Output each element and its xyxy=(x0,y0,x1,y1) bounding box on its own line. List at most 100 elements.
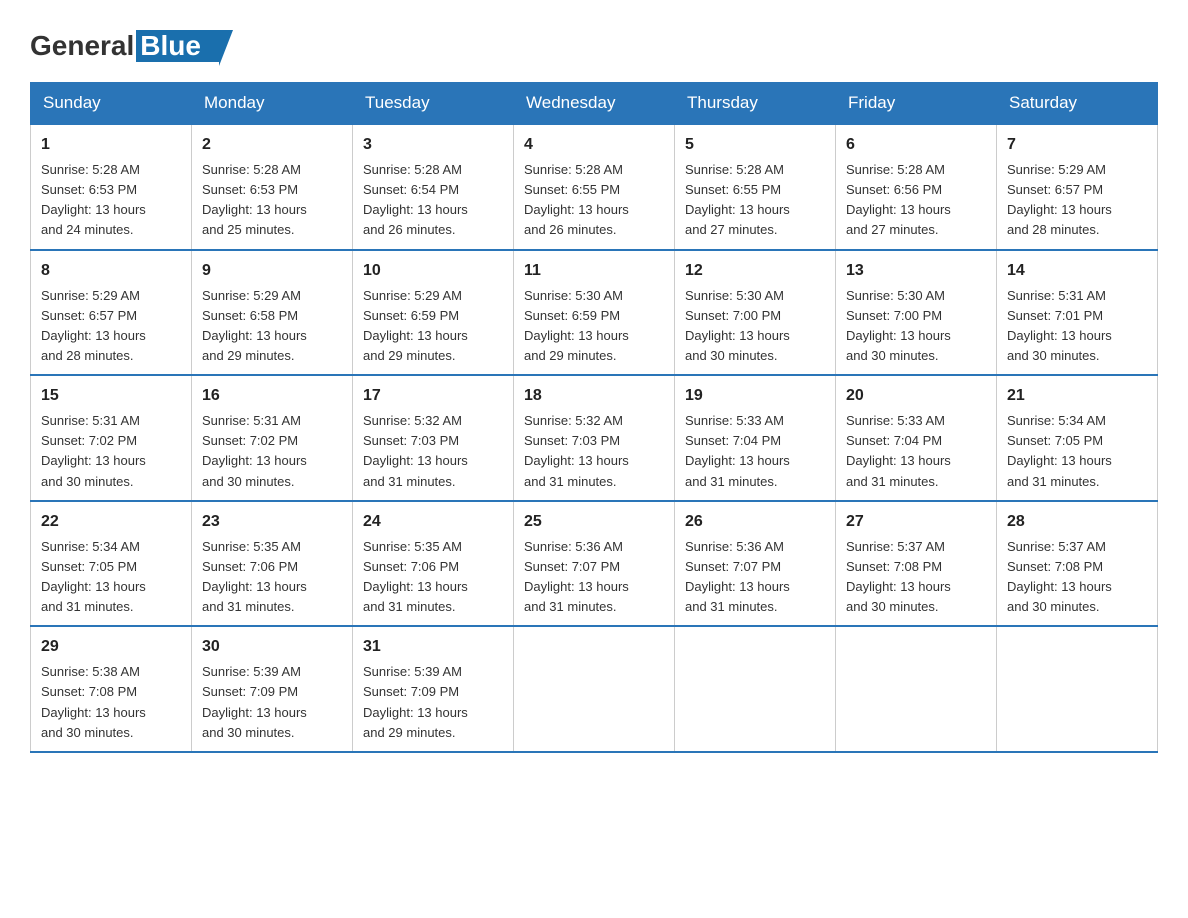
day-number: 8 xyxy=(41,259,181,283)
day-number: 27 xyxy=(846,510,986,534)
day-number: 13 xyxy=(846,259,986,283)
calendar-row-3: 15 Sunrise: 5:31 AMSunset: 7:02 PMDayligh… xyxy=(31,375,1158,501)
calendar-cell: 15 Sunrise: 5:31 AMSunset: 7:02 PMDayligh… xyxy=(31,375,192,501)
day-number: 30 xyxy=(202,635,342,659)
day-info: Sunrise: 5:31 AMSunset: 7:02 PMDaylight:… xyxy=(202,411,342,492)
calendar-header-tuesday: Tuesday xyxy=(353,83,514,125)
day-info: Sunrise: 5:29 AMSunset: 6:58 PMDaylight:… xyxy=(202,286,342,367)
day-number: 5 xyxy=(685,133,825,157)
day-info: Sunrise: 5:30 AMSunset: 7:00 PMDaylight:… xyxy=(685,286,825,367)
logo-blue-text: Blue xyxy=(136,30,219,62)
calendar-header-friday: Friday xyxy=(836,83,997,125)
day-number: 14 xyxy=(1007,259,1147,283)
day-number: 29 xyxy=(41,635,181,659)
day-info: Sunrise: 5:33 AMSunset: 7:04 PMDaylight:… xyxy=(846,411,986,492)
day-info: Sunrise: 5:28 AMSunset: 6:53 PMDaylight:… xyxy=(41,160,181,241)
calendar-cell: 26 Sunrise: 5:36 AMSunset: 7:07 PMDayligh… xyxy=(675,501,836,627)
day-info: Sunrise: 5:38 AMSunset: 7:08 PMDaylight:… xyxy=(41,662,181,743)
logo-general-text: General xyxy=(30,30,134,62)
day-number: 1 xyxy=(41,133,181,157)
day-number: 7 xyxy=(1007,133,1147,157)
day-number: 31 xyxy=(363,635,503,659)
calendar-header-saturday: Saturday xyxy=(997,83,1158,125)
day-number: 19 xyxy=(685,384,825,408)
calendar-cell: 17Sunrise: 5:32 AMSunset: 7:03 PMDayligh… xyxy=(353,375,514,501)
day-number: 11 xyxy=(524,259,664,283)
calendar-cell: 8 Sunrise: 5:29 AMSunset: 6:57 PMDaylight… xyxy=(31,250,192,376)
calendar-cell: 31 Sunrise: 5:39 AMSunset: 7:09 PMDayligh… xyxy=(353,626,514,752)
calendar-cell: 13 Sunrise: 5:30 AMSunset: 7:00 PMDayligh… xyxy=(836,250,997,376)
day-number: 2 xyxy=(202,133,342,157)
calendar-cell: 30 Sunrise: 5:39 AMSunset: 7:09 PMDayligh… xyxy=(192,626,353,752)
day-info: Sunrise: 5:34 AMSunset: 7:05 PMDaylight:… xyxy=(41,537,181,618)
calendar-cell: 4 Sunrise: 5:28 AMSunset: 6:55 PMDaylight… xyxy=(514,124,675,250)
calendar-header-row: SundayMondayTuesdayWednesdayThursdayFrid… xyxy=(31,83,1158,125)
calendar-header-thursday: Thursday xyxy=(675,83,836,125)
calendar-cell: 24Sunrise: 5:35 AMSunset: 7:06 PMDayligh… xyxy=(353,501,514,627)
calendar-cell: 27 Sunrise: 5:37 AMSunset: 7:08 PMDayligh… xyxy=(836,501,997,627)
day-info: Sunrise: 5:28 AMSunset: 6:55 PMDaylight:… xyxy=(524,160,664,241)
calendar-header-monday: Monday xyxy=(192,83,353,125)
day-info: Sunrise: 5:39 AMSunset: 7:09 PMDaylight:… xyxy=(363,662,503,743)
day-info: Sunrise: 5:37 AMSunset: 7:08 PMDaylight:… xyxy=(1007,537,1147,618)
day-number: 18 xyxy=(524,384,664,408)
day-number: 6 xyxy=(846,133,986,157)
calendar-cell xyxy=(836,626,997,752)
day-info: Sunrise: 5:36 AMSunset: 7:07 PMDaylight:… xyxy=(685,537,825,618)
calendar-cell xyxy=(675,626,836,752)
day-number: 9 xyxy=(202,259,342,283)
calendar-cell: 22 Sunrise: 5:34 AMSunset: 7:05 PMDayligh… xyxy=(31,501,192,627)
day-info: Sunrise: 5:32 AMSunset: 7:03 PMDaylight:… xyxy=(363,411,503,492)
day-info: Sunrise: 5:30 AMSunset: 6:59 PMDaylight:… xyxy=(524,286,664,367)
day-number: 25 xyxy=(524,510,664,534)
day-number: 4 xyxy=(524,133,664,157)
calendar-cell: 5 Sunrise: 5:28 AMSunset: 6:55 PMDaylight… xyxy=(675,124,836,250)
logo: General Blue Blue xyxy=(30,20,219,62)
day-info: Sunrise: 5:28 AMSunset: 6:56 PMDaylight:… xyxy=(846,160,986,241)
day-number: 28 xyxy=(1007,510,1147,534)
day-info: Sunrise: 5:33 AMSunset: 7:04 PMDaylight:… xyxy=(685,411,825,492)
day-info: Sunrise: 5:29 AMSunset: 6:59 PMDaylight:… xyxy=(363,286,503,367)
calendar-cell: 23 Sunrise: 5:35 AMSunset: 7:06 PMDayligh… xyxy=(192,501,353,627)
day-number: 12 xyxy=(685,259,825,283)
calendar-cell: 1 Sunrise: 5:28 AMSunset: 6:53 PMDaylight… xyxy=(31,124,192,250)
day-info: Sunrise: 5:31 AMSunset: 7:01 PMDaylight:… xyxy=(1007,286,1147,367)
day-info: Sunrise: 5:29 AMSunset: 6:57 PMDaylight:… xyxy=(41,286,181,367)
calendar-header-sunday: Sunday xyxy=(31,83,192,125)
day-info: Sunrise: 5:31 AMSunset: 7:02 PMDaylight:… xyxy=(41,411,181,492)
day-info: Sunrise: 5:30 AMSunset: 7:00 PMDaylight:… xyxy=(846,286,986,367)
day-info: Sunrise: 5:28 AMSunset: 6:54 PMDaylight:… xyxy=(363,160,503,241)
calendar-cell xyxy=(997,626,1158,752)
calendar-cell: 11 Sunrise: 5:30 AMSunset: 6:59 PMDayligh… xyxy=(514,250,675,376)
day-number: 21 xyxy=(1007,384,1147,408)
day-info: Sunrise: 5:28 AMSunset: 6:53 PMDaylight:… xyxy=(202,160,342,241)
day-info: Sunrise: 5:29 AMSunset: 6:57 PMDaylight:… xyxy=(1007,160,1147,241)
header: General Blue Blue xyxy=(30,20,1158,62)
calendar-header-wednesday: Wednesday xyxy=(514,83,675,125)
calendar-cell: 25 Sunrise: 5:36 AMSunset: 7:07 PMDayligh… xyxy=(514,501,675,627)
day-number: 26 xyxy=(685,510,825,534)
day-info: Sunrise: 5:28 AMSunset: 6:55 PMDaylight:… xyxy=(685,160,825,241)
calendar-cell: 19 Sunrise: 5:33 AMSunset: 7:04 PMDayligh… xyxy=(675,375,836,501)
day-number: 23 xyxy=(202,510,342,534)
day-number: 20 xyxy=(846,384,986,408)
day-number: 22 xyxy=(41,510,181,534)
calendar-cell: 28 Sunrise: 5:37 AMSunset: 7:08 PMDayligh… xyxy=(997,501,1158,627)
calendar-cell: 29 Sunrise: 5:38 AMSunset: 7:08 PMDayligh… xyxy=(31,626,192,752)
calendar-cell: 9 Sunrise: 5:29 AMSunset: 6:58 PMDaylight… xyxy=(192,250,353,376)
calendar-cell: 3 Sunrise: 5:28 AMSunset: 6:54 PMDaylight… xyxy=(353,124,514,250)
calendar-row-4: 22 Sunrise: 5:34 AMSunset: 7:05 PMDayligh… xyxy=(31,501,1158,627)
day-info: Sunrise: 5:36 AMSunset: 7:07 PMDaylight:… xyxy=(524,537,664,618)
day-info: Sunrise: 5:39 AMSunset: 7:09 PMDaylight:… xyxy=(202,662,342,743)
day-number: 15 xyxy=(41,384,181,408)
day-info: Sunrise: 5:37 AMSunset: 7:08 PMDaylight:… xyxy=(846,537,986,618)
calendar-cell: 14 Sunrise: 5:31 AMSunset: 7:01 PMDayligh… xyxy=(997,250,1158,376)
day-info: Sunrise: 5:35 AMSunset: 7:06 PMDaylight:… xyxy=(202,537,342,618)
day-info: Sunrise: 5:34 AMSunset: 7:05 PMDaylight:… xyxy=(1007,411,1147,492)
day-info: Sunrise: 5:32 AMSunset: 7:03 PMDaylight:… xyxy=(524,411,664,492)
day-number: 16 xyxy=(202,384,342,408)
calendar-cell: 18 Sunrise: 5:32 AMSunset: 7:03 PMDayligh… xyxy=(514,375,675,501)
calendar-table: SundayMondayTuesdayWednesdayThursdayFrid… xyxy=(30,82,1158,753)
day-number: 3 xyxy=(363,133,503,157)
calendar-cell: 6 Sunrise: 5:28 AMSunset: 6:56 PMDaylight… xyxy=(836,124,997,250)
